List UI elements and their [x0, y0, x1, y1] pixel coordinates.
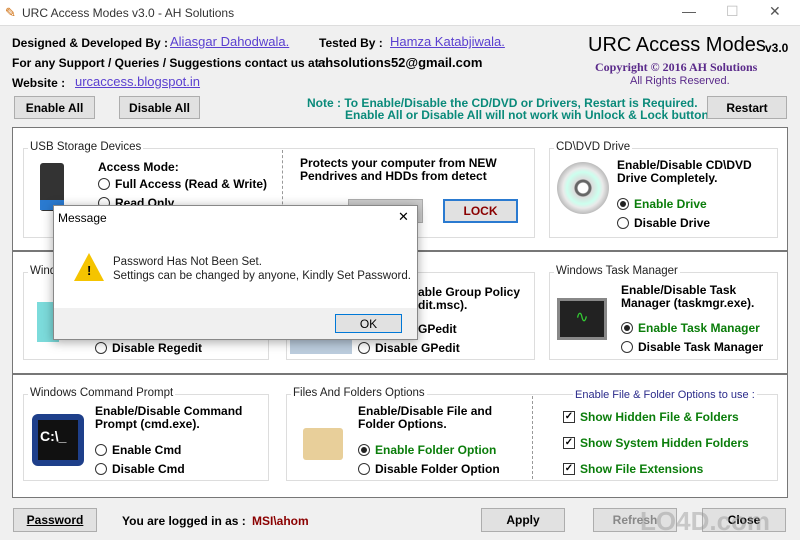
- disable-taskmgr-radio[interactable]: Disable Task Manager: [621, 340, 763, 354]
- enable-gpedit-label: GPedit: [418, 322, 457, 336]
- disable-drive-radio[interactable]: Disable Drive: [617, 216, 710, 230]
- disable-regedit-label: Disable Regedit: [112, 341, 203, 355]
- disable-regedit-radio[interactable]: Disable Regedit: [95, 341, 202, 355]
- support-label: For any Support / Queries / Suggestions …: [12, 56, 327, 70]
- gpedit-icon: [290, 340, 352, 354]
- enable-folder-option-label: Enable Folder Option: [375, 443, 497, 457]
- warning-icon-mark: !: [87, 263, 92, 278]
- divider: [12, 373, 788, 375]
- designer-link[interactable]: Aliasgar Dahodwala.: [170, 34, 289, 49]
- enable-cmd-radio[interactable]: Enable Cmd: [95, 443, 181, 457]
- folders-desc: Enable/Disable File and Folder Options.: [358, 404, 493, 431]
- ok-button[interactable]: OK: [335, 314, 402, 333]
- password-button[interactable]: Password: [13, 508, 97, 532]
- cd-icon: [557, 162, 609, 214]
- folder-options-title: Enable File & Folder Options to use :: [573, 389, 757, 401]
- enable-taskmgr-radio[interactable]: Enable Task Manager: [621, 321, 760, 335]
- website-label: Website :: [12, 76, 66, 90]
- gpedit-desc-1: able Group Policy: [418, 285, 521, 299]
- tester-link[interactable]: Hamza Katabjiwala.: [390, 34, 505, 49]
- folders-group-title: Files And Folders Options: [291, 387, 427, 399]
- restart-button[interactable]: Restart: [707, 96, 787, 119]
- disable-gpedit-radio[interactable]: Disable GPedit: [358, 341, 460, 355]
- website-link[interactable]: urcaccess.blogspot.in: [75, 74, 200, 89]
- cmd-icon: C:\_: [32, 414, 84, 466]
- disable-folder-option-radio[interactable]: Disable Folder Option: [358, 462, 500, 476]
- email: ahsolutions52@gmail.com: [318, 55, 483, 70]
- show-system-hidden-label: Show System Hidden Folders: [580, 436, 749, 450]
- cd-desc: Enable/Disable CD\DVD Drive Completely.: [617, 158, 752, 185]
- designed-label: Designed & Developed By :: [12, 36, 169, 50]
- enable-drive-radio[interactable]: Enable Drive: [617, 197, 707, 211]
- dialog-body: ! Password Has Not Been Set. Settings ca…: [54, 230, 417, 308]
- show-hidden-files-checkbox[interactable]: ✓ Show Hidden File & Folders: [563, 410, 739, 424]
- apply-button[interactable]: Apply: [481, 508, 565, 532]
- enable-folder-option-radio[interactable]: Enable Folder Option: [358, 443, 496, 457]
- logged-in-label: You are logged in as :: [122, 514, 246, 528]
- disable-gpedit-label: Disable GPedit: [375, 341, 460, 355]
- lock-button[interactable]: LOCK: [443, 199, 518, 223]
- disable-cmd-radio[interactable]: Disable Cmd: [95, 462, 185, 476]
- dialog-line-1: Password Has Not Been Set.: [113, 256, 262, 268]
- access-mode-label: Access Mode:: [98, 160, 179, 174]
- taskmgr-icon: ∿: [557, 298, 607, 340]
- version: v3.0: [765, 41, 789, 55]
- enable-all-button[interactable]: Enable All: [14, 96, 95, 119]
- folder-icon: [303, 428, 343, 460]
- window-title: URC Access Modes v3.0 - AH Solutions: [22, 6, 235, 20]
- enable-cmd-label: Enable Cmd: [112, 443, 182, 457]
- separator: [532, 396, 533, 479]
- maximize-button[interactable]: ☐: [726, 3, 739, 20]
- app-name: URC Access Modes: [588, 34, 766, 56]
- dialog-close-button[interactable]: ✕: [398, 209, 409, 225]
- dialog-title: Message: [58, 211, 107, 225]
- cmd-group-title: Windows Command Prompt: [28, 387, 176, 399]
- cmd-icon-text: C:\_: [38, 420, 78, 460]
- show-extensions-checkbox[interactable]: ✓ Show File Extensions: [563, 462, 703, 476]
- current-user: MSI\ahom: [252, 514, 309, 528]
- full-access-label: Full Access (Read & Write): [115, 177, 268, 191]
- title-bar: ✎ URC Access Modes v3.0 - AH Solutions —…: [0, 0, 800, 26]
- watermark: LO4D.com: [640, 506, 771, 536]
- disable-all-button[interactable]: Disable All: [119, 96, 200, 119]
- message-dialog: Message ✕ ! Password Has Not Been Set. S…: [53, 205, 418, 340]
- usb-protect-text: Protects your computer from NEW Pendrive…: [300, 156, 497, 183]
- disable-folder-option-label: Disable Folder Option: [375, 462, 500, 476]
- disable-drive-label: Disable Drive: [634, 216, 711, 230]
- full-access-radio[interactable]: Full Access (Read & Write): [98, 177, 267, 191]
- cmd-desc: Enable/Disable Command Prompt (cmd.exe).: [95, 404, 243, 431]
- app-icon: ✎: [5, 5, 16, 20]
- show-hidden-files-label: Show Hidden File & Folders: [580, 410, 739, 424]
- enable-taskmgr-label: Enable Task Manager: [638, 321, 760, 335]
- rights: All Rights Reserved.: [630, 75, 730, 87]
- disable-cmd-label: Disable Cmd: [112, 462, 185, 476]
- usb-group-title: USB Storage Devices: [28, 141, 144, 153]
- show-system-hidden-checkbox[interactable]: ✓ Show System Hidden Folders: [563, 436, 749, 450]
- disable-taskmgr-label: Disable Task Manager: [638, 340, 764, 354]
- close-window-button[interactable]: ✕: [769, 3, 781, 20]
- gpedit-desc-2: dit.msc).: [418, 298, 468, 312]
- copyright: Copyright © 2016 AH Solutions: [595, 60, 758, 74]
- tested-label: Tested By :: [319, 36, 383, 50]
- enable-drive-label: Enable Drive: [634, 197, 707, 211]
- taskmgr-desc: Enable/Disable Task Manager (taskmgr.exe…: [621, 283, 755, 310]
- cd-group-title: CD\DVD Drive: [554, 141, 633, 153]
- dialog-footer: OK: [54, 308, 417, 339]
- note-line-2: Enable All or Disable All will not work …: [345, 108, 719, 122]
- taskmgr-group-title: Windows Task Manager: [554, 265, 680, 277]
- dialog-line-2: Settings can be changed by anyone, Kindl…: [113, 270, 411, 282]
- minimize-button[interactable]: —: [682, 3, 696, 19]
- show-extensions-label: Show File Extensions: [580, 462, 704, 476]
